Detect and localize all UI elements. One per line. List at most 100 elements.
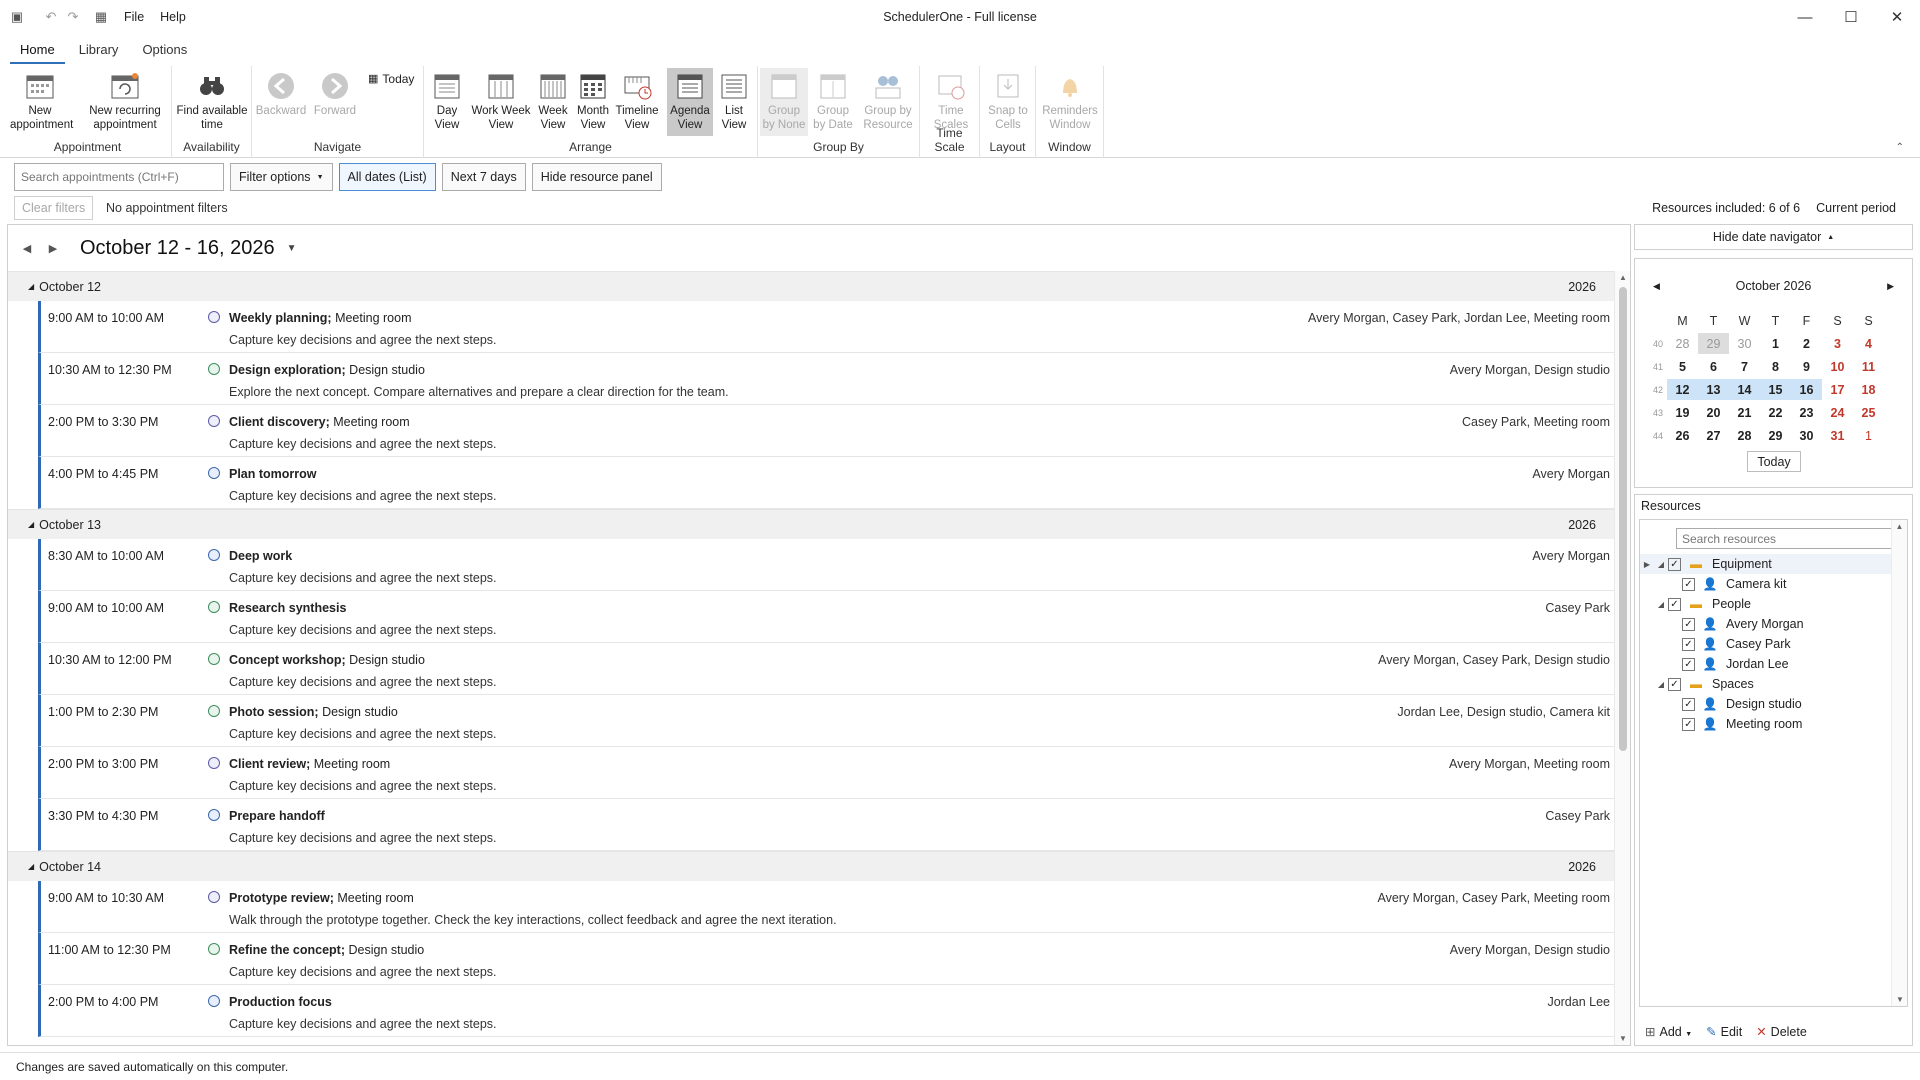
appointment-row[interactable]: 2:00 PM to 4:00 PM Production focus Captu…	[38, 985, 1616, 1037]
appointment-row[interactable]: 9:00 AM to 10:00 AM Weekly planning; Meet…	[38, 301, 1616, 353]
appointment-row[interactable]: 10:30 AM to 12:30 PM Design exploration; …	[38, 353, 1616, 405]
forward-button[interactable]: Forward	[312, 70, 358, 118]
date-range-title[interactable]: October 12 - 16, 2026	[80, 237, 275, 260]
scroll-up-icon[interactable]: ▲	[1615, 273, 1630, 282]
appointment-row[interactable]: 9:00 AM to 10:30 AM Prototype review; Mee…	[38, 881, 1616, 933]
calendar-day[interactable]: 18	[1853, 379, 1884, 400]
resource-group-row[interactable]: ▶ ◢ ✓ ▬ Equipment	[1640, 554, 1891, 574]
backward-button[interactable]: Backward	[256, 70, 306, 118]
calendar-day[interactable]: 26	[1667, 425, 1698, 446]
new-appointment-button[interactable]: New appointment	[10, 70, 73, 132]
group-by-none-button[interactable]: Group by None	[760, 68, 808, 136]
previous-month-icon[interactable]: ◀	[1653, 281, 1660, 292]
collapse-triangle-icon[interactable]: ◢	[1654, 680, 1668, 689]
calendar-day[interactable]: 19	[1667, 402, 1698, 423]
calendar-day[interactable]: 30	[1791, 425, 1822, 446]
resource-item-row[interactable]: ✓ 👤 Casey Park	[1640, 634, 1891, 654]
close-button[interactable]: ✕	[1874, 0, 1920, 34]
search-resources-input[interactable]: Search resources	[1676, 528, 1902, 549]
calendar-today-button[interactable]: Today	[1747, 451, 1801, 472]
work-week-view-button[interactable]: Work Week View	[468, 70, 534, 132]
menu-help[interactable]: Help	[152, 10, 194, 24]
collapse-triangle-icon[interactable]: ◢	[1654, 560, 1668, 569]
resource-checkbox[interactable]: ✓	[1682, 577, 1695, 591]
calendar-day[interactable]: 30	[1729, 333, 1760, 354]
expand-icon[interactable]: ▶	[1640, 560, 1654, 569]
group-by-date-button[interactable]: Group by Date	[810, 70, 856, 132]
maximize-button[interactable]: ☐	[1828, 0, 1874, 34]
calendar-day[interactable]: 13	[1698, 379, 1729, 400]
calendar-day[interactable]: 20	[1698, 402, 1729, 423]
calendar-day[interactable]: 29	[1760, 425, 1791, 446]
appointment-row[interactable]: 4:00 PM to 4:45 PM Plan tomorrow Capture …	[38, 457, 1616, 509]
appointment-row[interactable]: 8:30 AM to 10:00 AM Deep work Capture key…	[38, 539, 1616, 591]
scrollbar-thumb[interactable]	[1619, 287, 1627, 751]
chevron-down-icon[interactable]: ▼	[287, 243, 297, 254]
quick-access-calendar-icon[interactable]: ▦	[90, 6, 112, 28]
resource-checkbox[interactable]: ✓	[1668, 557, 1681, 571]
calendar-day[interactable]: 25	[1853, 402, 1884, 423]
calendar-day[interactable]: 24	[1822, 402, 1853, 423]
resource-group-row[interactable]: ◢ ✓ ▬ Spaces	[1640, 674, 1891, 694]
search-appointments-input[interactable]: Search appointments (Ctrl+F)	[14, 163, 224, 191]
calendar-day[interactable]: 14	[1729, 379, 1760, 400]
appointment-row[interactable]: 3:30 PM to 4:30 PM Prepare handoff Captur…	[38, 799, 1616, 851]
calendar-day[interactable]: 28	[1667, 333, 1698, 354]
scroll-down-icon[interactable]: ▼	[1892, 995, 1908, 1004]
calendar-day[interactable]: 2	[1791, 333, 1822, 354]
collapse-triangle-icon[interactable]: ◢	[1654, 600, 1668, 609]
resource-checkbox[interactable]: ✓	[1668, 677, 1681, 691]
calendar-day[interactable]: 11	[1853, 356, 1884, 377]
resource-item-row[interactable]: ✓ 👤 Avery Morgan	[1640, 614, 1891, 634]
calendar-day[interactable]: 31	[1822, 425, 1853, 446]
filter-options-button[interactable]: Filter options ▼	[230, 163, 333, 191]
group-by-resource-button[interactable]: Group by Resource	[860, 70, 916, 132]
collapse-triangle-icon[interactable]: ◢	[28, 520, 34, 529]
calendar-day[interactable]: 29	[1698, 333, 1729, 354]
delete-resource-button[interactable]: ✕ Delete	[1756, 1024, 1807, 1039]
all-dates-button[interactable]: All dates (List)	[338, 163, 436, 191]
appointment-row[interactable]: 2:00 PM to 3:00 PM Client review; Meeting…	[38, 747, 1616, 799]
redo-icon[interactable]: ↷	[62, 6, 84, 28]
appointment-row[interactable]: 11:00 AM to 12:30 PM Refine the concept; …	[38, 933, 1616, 985]
calendar-day[interactable]: 5	[1667, 356, 1698, 377]
calendar-day[interactable]: 7	[1729, 356, 1760, 377]
next-period-icon[interactable]: ▶	[40, 242, 66, 255]
collapse-triangle-icon[interactable]: ◢	[28, 282, 34, 291]
next-7-days-button[interactable]: Next 7 days	[441, 163, 526, 191]
calendar-day[interactable]: 22	[1760, 402, 1791, 423]
resource-checkbox[interactable]: ✓	[1682, 717, 1695, 731]
previous-period-icon[interactable]: ◀	[14, 242, 40, 255]
resource-group-row[interactable]: ◢ ✓ ▬ People	[1640, 594, 1891, 614]
appointment-row[interactable]: 1:00 PM to 2:30 PM Photo session; Design …	[38, 695, 1616, 747]
resource-checkbox[interactable]: ✓	[1682, 697, 1695, 711]
resource-checkbox[interactable]: ✓	[1682, 637, 1695, 651]
today-button[interactable]: ▦ Today	[368, 72, 414, 86]
appointment-row[interactable]: 9:00 AM to 10:00 AM Research synthesis Ca…	[38, 591, 1616, 643]
time-scales-button[interactable]: Time Scales	[928, 70, 974, 132]
calendar-day[interactable]: 21	[1729, 402, 1760, 423]
day-group-header[interactable]: ◢ October 13 2026	[8, 509, 1616, 539]
scroll-down-icon[interactable]: ▼	[1615, 1034, 1630, 1043]
month-view-button[interactable]: Month View	[574, 70, 612, 132]
calendar-day[interactable]: 15	[1760, 379, 1791, 400]
resource-checkbox[interactable]: ✓	[1668, 597, 1681, 611]
calendar-day[interactable]: 28	[1729, 425, 1760, 446]
tab-home[interactable]: Home	[10, 40, 65, 64]
clear-filters-button[interactable]: Clear filters	[14, 196, 94, 220]
calendar-day[interactable]: 12	[1667, 379, 1698, 400]
new-recurring-appointment-button[interactable]: New recurring appointment	[86, 70, 164, 132]
calendar-day[interactable]: 3	[1822, 333, 1853, 354]
day-group-header[interactable]: ◢ October 14 2026	[8, 851, 1616, 881]
calendar-day[interactable]: 8	[1760, 356, 1791, 377]
find-available-time-button[interactable]: Find available time	[174, 70, 250, 132]
calendar-day[interactable]: 1	[1760, 333, 1791, 354]
reminders-window-button[interactable]: Reminders Window	[1038, 70, 1102, 132]
appointment-row[interactable]: 2:00 PM to 3:30 PM Client discovery; Meet…	[38, 405, 1616, 457]
calendar-day[interactable]: 1	[1853, 425, 1884, 446]
collapse-triangle-icon[interactable]: ◢	[28, 862, 34, 871]
next-month-icon[interactable]: ▶	[1887, 281, 1894, 292]
hide-date-navigator-button[interactable]: Hide date navigator ▲	[1634, 224, 1913, 250]
hide-resource-panel-button[interactable]: Hide resource panel	[531, 163, 662, 191]
calendar-day[interactable]: 4	[1853, 333, 1884, 354]
